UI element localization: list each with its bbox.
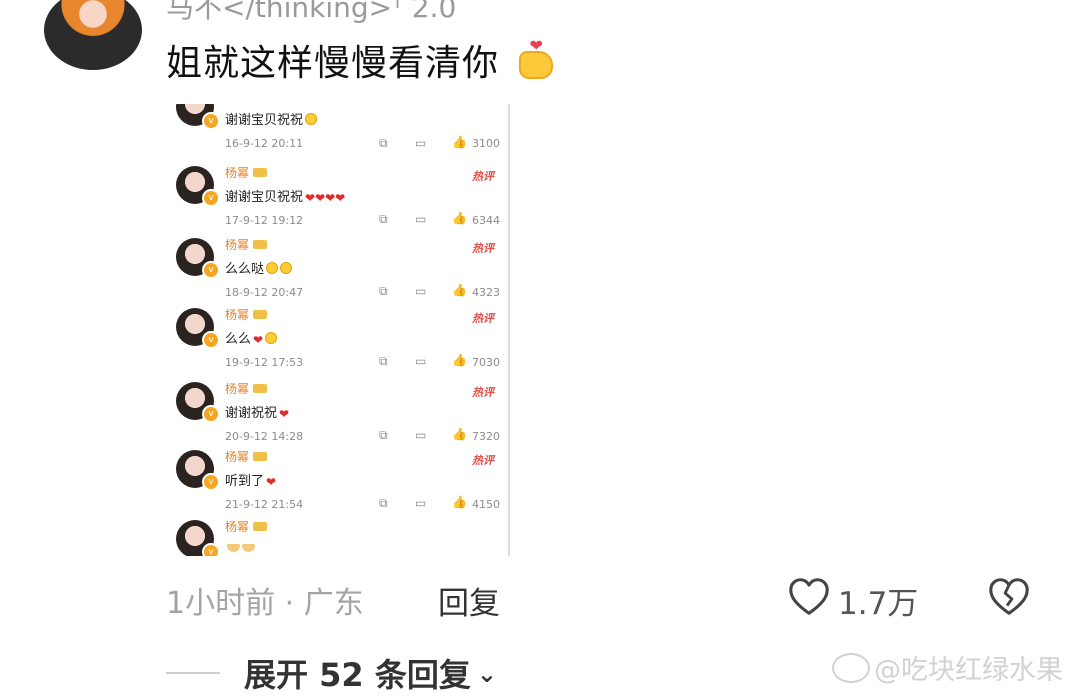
screenshot-username: 杨幂: [225, 380, 268, 397]
screenshot-comment-text: 么么哒: [225, 258, 293, 277]
share-icon: ⧉: [379, 428, 388, 442]
crown-icon: [253, 522, 268, 531]
comment-icon: ▭: [415, 136, 427, 150]
comment-icon: ▭: [415, 212, 427, 226]
share-icon: ⧉: [379, 354, 388, 368]
share-icon: ⧉: [379, 496, 388, 510]
verified-badge-icon: v: [202, 189, 220, 207]
thumb-up-icon: 👍: [452, 495, 467, 509]
screenshot-username: 杨幂: [225, 236, 268, 253]
verified-badge-icon: v: [202, 405, 220, 423]
finger-heart-emoji-icon: ❤: [519, 38, 554, 79]
thumb-up-icon: 👍: [452, 211, 467, 225]
expand-replies-button[interactable]: 展开 52 条回复 ⌄: [244, 650, 497, 696]
screenshot-like-count: 7030: [472, 356, 500, 369]
verified-badge-icon: v: [202, 543, 220, 556]
screenshot-date: 16-9-12 20:11: [225, 137, 304, 150]
hot-label: 热评: [472, 386, 494, 399]
comment-icon: ▭: [415, 428, 427, 442]
comment-icon: ▭: [415, 284, 427, 298]
emoji-icon: [266, 262, 279, 274]
hot-label: 热评: [472, 312, 494, 325]
verified-badge-icon: v: [202, 473, 220, 491]
screenshot-comment-text: 听到了 ❤: [225, 474, 277, 489]
screenshot-date: 21-9-12 21:54: [225, 498, 304, 511]
screenshot-like-count: 4323: [472, 286, 500, 299]
emoji-icon: [242, 544, 255, 552]
avatar[interactable]: [44, 0, 142, 70]
crown-icon: [253, 310, 268, 319]
comment-icon: ▭: [415, 354, 427, 368]
screenshot-comment-text: 谢谢祝祝 ❤: [225, 406, 290, 421]
thumb-up-icon: 👍: [452, 135, 467, 149]
thumb-up-icon: 👍: [452, 427, 467, 441]
heart-outline-icon[interactable]: [786, 574, 832, 620]
weibo-logo-icon: [832, 653, 870, 683]
screenshot-comment-text: 么么 ❤: [225, 328, 278, 347]
comment-image[interactable]: v 谢谢宝贝祝祝 16-9-12 20:11 ⧉ ▭ 👍 3100 v 杨幂 热…: [162, 104, 510, 556]
chevron-down-icon: ⌄: [476, 660, 497, 688]
emoji-icon: [227, 544, 240, 552]
comment-body: 姐就这样慢慢看清你: [166, 43, 500, 84]
crown-icon: [253, 384, 268, 393]
screenshot-date: 17-9-12 19:12: [225, 214, 304, 227]
divider: [166, 672, 220, 674]
comment-meta: 1小时前 · 广东: [166, 586, 364, 621]
username[interactable]: 马不</thinking>ᵀ 2.0: [166, 0, 456, 26]
verified-badge-icon: v: [202, 112, 220, 130]
emoji-icon: [280, 262, 293, 274]
screenshot-comment-text: 谢谢宝贝祝祝: [225, 109, 318, 128]
like-count: 1.7万: [838, 586, 919, 622]
emoji-icon: [305, 113, 318, 125]
hot-label: 热评: [472, 454, 494, 467]
screenshot-like-count: 7320: [472, 430, 500, 443]
screenshot-comment-text: 谢谢宝贝祝祝 ❤❤❤❤: [225, 190, 346, 205]
crown-icon: [253, 168, 268, 177]
screenshot-date: 18-9-12 20:47: [225, 286, 304, 299]
screenshot-like-count: 3100: [472, 137, 500, 150]
screenshot-date: 19-9-12 17:53: [225, 356, 304, 369]
screenshot-username: 杨幂: [225, 518, 268, 535]
share-icon: ⧉: [379, 284, 388, 298]
broken-heart-icon[interactable]: [986, 574, 1032, 620]
thumb-up-icon: 👍: [452, 283, 467, 297]
verified-badge-icon: v: [202, 331, 220, 349]
screenshot-username: 杨幂: [225, 164, 268, 181]
screenshot-comment-text: [225, 540, 255, 555]
share-icon: ⧉: [379, 136, 388, 150]
hot-label: 热评: [472, 170, 494, 183]
thumb-up-icon: 👍: [452, 353, 467, 367]
comment-icon: ▭: [415, 496, 427, 510]
comment-text: 姐就这样慢慢看清你 ❤: [166, 34, 554, 86]
watermark: @吃块红绿水果: [832, 648, 1063, 687]
crown-icon: [253, 240, 268, 249]
screenshot-username: 杨幂: [225, 306, 268, 323]
verified-badge-icon: v: [202, 261, 220, 279]
screenshot-like-count: 6344: [472, 214, 500, 227]
crown-icon: [253, 452, 268, 461]
emoji-icon: [265, 332, 278, 344]
share-icon: ⧉: [379, 212, 388, 226]
screenshot-like-count: 4150: [472, 498, 500, 511]
screenshot-date: 20-9-12 14:28: [225, 430, 304, 443]
reply-button[interactable]: 回复: [438, 578, 500, 623]
screenshot-username: 杨幂: [225, 448, 268, 465]
hot-label: 热评: [472, 242, 494, 255]
